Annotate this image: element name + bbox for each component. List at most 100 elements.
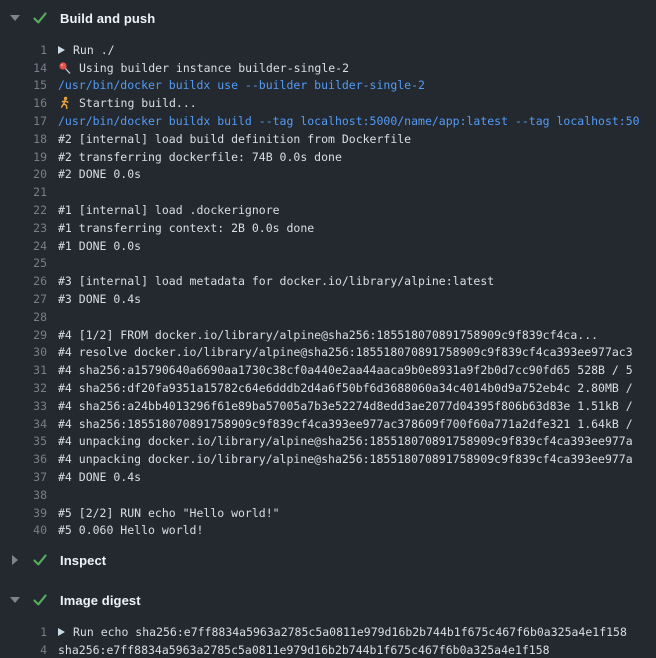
log-text: #4 sha256:a15790640a6690aa1730c38cf0a440… <box>58 363 633 377</box>
log-text: #1 DONE 0.0s <box>58 239 141 253</box>
line-number[interactable]: 16 <box>0 96 47 110</box>
line-number[interactable]: 40 <box>0 523 47 537</box>
log-line: 16 Starting build... <box>0 94 656 112</box>
log-line: 31 #4 sha256:a15790640a6690aa1730c38cf0a4… <box>0 361 656 379</box>
log-text: #5 [2/2] RUN echo "Hello world!" <box>58 506 280 520</box>
log-line: 22 #1 [internal] load .dockerignore <box>0 201 656 219</box>
log-line: 39 #5 [2/2] RUN echo "Hello world!" <box>0 504 656 522</box>
line-number[interactable]: 32 <box>0 381 47 395</box>
log-line: 18 #2 [internal] load build definition fr… <box>0 130 656 148</box>
line-number[interactable]: 34 <box>0 417 47 431</box>
log-text: #4 [1/2] FROM docker.io/library/alpine@s… <box>58 328 598 342</box>
section-content-image-digest: 1 Run echo sha256:e7ff8834a5963a2785c5a08… <box>0 623 656 658</box>
line-number[interactable]: 22 <box>0 203 47 217</box>
line-number[interactable]: 21 <box>0 185 47 199</box>
expand-triangle-icon <box>58 628 65 636</box>
log-text: #5 0.060 Hello world! <box>58 523 203 537</box>
success-check-icon <box>32 552 48 568</box>
log-line: 19 #2 transferring dockerfile: 74B 0.0s d… <box>0 148 656 166</box>
line-number[interactable]: 29 <box>0 328 47 342</box>
log-line: 24 #1 DONE 0.0s <box>0 237 656 255</box>
log-line: 20 #2 DONE 0.0s <box>0 166 656 184</box>
log-line: 30#4 resolve docker.io/library/alpine@sh… <box>0 344 656 362</box>
line-number[interactable]: 15 <box>0 78 47 92</box>
line-number[interactable]: 23 <box>0 221 47 235</box>
log-text: #4 unpacking docker.io/library/alpine@sh… <box>58 434 633 448</box>
chevron-right-icon <box>9 555 21 565</box>
line-number[interactable]: 38 <box>0 488 47 502</box>
line-number[interactable]: 31 <box>0 363 47 377</box>
log-line: 34 #4 sha256:185518070891758909c9f839cf4c… <box>0 415 656 433</box>
section-title: Inspect <box>60 553 106 568</box>
log-text: #4 DONE 0.4s <box>58 470 141 484</box>
line-number[interactable]: 30 <box>0 345 47 359</box>
log-text: #3 DONE 0.4s <box>58 292 141 306</box>
line-number[interactable]: 1 <box>0 43 47 57</box>
line-number[interactable]: 14 <box>0 61 47 75</box>
line-number[interactable]: 33 <box>0 399 47 413</box>
line-number[interactable]: 18 <box>0 132 47 146</box>
log-line: 25 <box>0 255 656 273</box>
section-header-build-and-push[interactable]: Build and push <box>0 4 656 32</box>
line-number[interactable]: 39 <box>0 506 47 520</box>
success-check-icon <box>32 10 48 26</box>
log-text: Run echo sha256:e7ff8834a5963a2785c5a081… <box>73 625 627 639</box>
line-number[interactable]: 17 <box>0 114 47 128</box>
log-command-group-line[interactable]: 1 Run ./ <box>0 41 656 59</box>
chevron-down-icon <box>9 15 21 21</box>
log-text: /usr/bin/docker buildx build --tag local… <box>58 114 640 128</box>
line-number[interactable]: 4 <box>0 643 47 657</box>
log-line: 29 #4 [1/2] FROM docker.io/library/alpine… <box>0 326 656 344</box>
line-number[interactable]: 20 <box>0 167 47 181</box>
log-line: 17/usr/bin/docker buildx build --tag loc… <box>0 112 656 130</box>
log-command-group-line[interactable]: 1 Run echo sha256:e7ff8834a5963a2785c5a08… <box>0 623 656 641</box>
section-header-inspect[interactable]: Inspect <box>0 546 656 574</box>
log-text: #2 [internal] load build definition from… <box>58 132 411 146</box>
log-text: #4 sha256:185518070891758909c9f839cf4ca3… <box>58 417 633 431</box>
log-line: 15/usr/bin/docker buildx use --builder b… <box>0 77 656 95</box>
log-text: /usr/bin/docker buildx use --builder bui… <box>58 78 425 92</box>
log-section-build-and-push: Build and push 1 Run ./ 14 Using builder ins… <box>0 4 656 539</box>
log-line: 33#4 sha256:a24bb4013296f61e89ba57005a7b… <box>0 397 656 415</box>
pushpin-icon <box>58 61 72 75</box>
line-number[interactable]: 27 <box>0 292 47 306</box>
section-title: Build and push <box>60 11 155 26</box>
log-text: #1 transferring context: 2B 0.0s done <box>58 221 314 235</box>
log-text: #4 sha256:df20fa9351a15782c64e6dddb2d4a6… <box>58 381 633 395</box>
log-text: #2 transferring dockerfile: 74B 0.0s don… <box>58 150 342 164</box>
log-text: #2 DONE 0.0s <box>58 167 141 181</box>
runner-icon <box>58 96 72 110</box>
log-text: Using builder instance builder-single-2 <box>79 61 349 75</box>
log-text: #1 [internal] load .dockerignore <box>58 203 280 217</box>
log-line: 14 Using builder instance builder-single-… <box>0 59 656 77</box>
line-number[interactable]: 28 <box>0 310 47 324</box>
log-text: #3 [internal] load metadata for docker.i… <box>58 274 494 288</box>
line-number[interactable]: 24 <box>0 239 47 253</box>
section-content-build-and-push: 1 Run ./ 14 Using builder instance builder-… <box>0 41 656 539</box>
log-text: sha256:e7ff8834a5963a2785c5a0811e979d16b… <box>58 643 550 657</box>
log-section-image-digest: Image digest 1 Run echo sha256:e7ff8834a59… <box>0 586 656 658</box>
log-line: 26 #3 [internal] load metadata for docker… <box>0 272 656 290</box>
log-line: 27 #3 DONE 0.4s <box>0 290 656 308</box>
line-number[interactable]: 36 <box>0 452 47 466</box>
line-number[interactable]: 26 <box>0 274 47 288</box>
line-number[interactable]: 35 <box>0 434 47 448</box>
success-check-icon <box>32 592 48 608</box>
section-title: Image digest <box>60 593 141 608</box>
log-line: 23 #1 transferring context: 2B 0.0s done <box>0 219 656 237</box>
log-line: 4 sha256:e7ff8834a5963a2785c5a0811e979d16… <box>0 641 656 658</box>
log-line: 40 #5 0.060 Hello world! <box>0 522 656 540</box>
line-number[interactable]: 19 <box>0 150 47 164</box>
line-number[interactable]: 25 <box>0 256 47 270</box>
log-line: 32 #4 sha256:df20fa9351a15782c64e6dddb2d4… <box>0 379 656 397</box>
log-text: Run ./ <box>73 43 115 57</box>
section-header-image-digest[interactable]: Image digest <box>0 586 656 614</box>
log-text: Starting build... <box>79 96 197 110</box>
log-line: 21 <box>0 183 656 201</box>
expand-triangle-icon <box>58 46 65 54</box>
log-section-inspect: Inspect <box>0 546 656 574</box>
log-line: 37 #4 DONE 0.4s <box>0 468 656 486</box>
line-number[interactable]: 1 <box>0 625 47 639</box>
line-number[interactable]: 37 <box>0 470 47 484</box>
chevron-down-icon <box>9 597 21 603</box>
